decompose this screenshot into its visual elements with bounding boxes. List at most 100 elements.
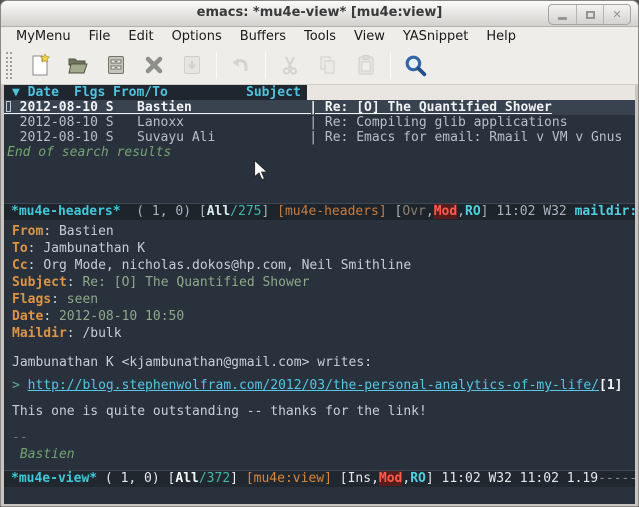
menu-item-tools[interactable]: Tools [295, 27, 345, 46]
modeline-segment: [mu4e:view] [246, 471, 332, 486]
field-label: Flags [12, 292, 51, 307]
menu-item-edit[interactable]: Edit [119, 27, 162, 46]
menu-item-view[interactable]: View [345, 27, 394, 46]
mu4e-headers-window: ▼ Date Flgs From/To Subject 2012-08-10 S Ba… [4, 85, 635, 203]
mouse-cursor [253, 159, 271, 183]
message-field-from: From: Bastien [12, 223, 635, 240]
header-row[interactable]: 2012-08-10 S Lanoxx | Re: Compiling glib… [4, 115, 635, 130]
menu-item-options[interactable]: Options [163, 27, 231, 46]
modeline-mu4e-headers: *mu4e-headers* ( 1, 0) [All/275] [mu4e-h… [4, 203, 635, 220]
modeline-segment: ] [426, 471, 442, 486]
close-button[interactable]: ✕ [603, 5, 630, 24]
field-label: Date [12, 309, 43, 324]
field-value: /bulk [82, 326, 121, 341]
hollow-cursor [6, 101, 11, 112]
menu-item-help[interactable]: Help [477, 27, 525, 46]
modeline-segment: , [457, 204, 465, 219]
modeline-segment: All [175, 471, 198, 486]
modeline-segment: *mu4e-headers* [11, 204, 121, 219]
field-label: From [12, 224, 43, 239]
message-field-subject: Subject: Re: [O] The Quantified Shower [12, 274, 635, 291]
modeline-segment: /275 [230, 204, 261, 219]
message-link[interactable]: http://blog.stephenwolfram.com/2012/03/t… [28, 378, 599, 393]
modeline-segment: ] [230, 471, 246, 486]
menu-item-yasnippet[interactable]: YASnippet [394, 27, 478, 46]
field-value: Re: [O] The Quantified Shower [82, 275, 309, 290]
delete-icon[interactable] [141, 52, 167, 78]
save-as-icon [179, 52, 205, 78]
field-colon: : [51, 292, 67, 307]
modeline-segment: [ [332, 471, 348, 486]
field-colon: : [67, 275, 83, 290]
column-header[interactable]: ▼ Date [12, 85, 59, 100]
close-icon: ✕ [612, 8, 621, 21]
modeline-segment: *mu4e-view* [11, 471, 97, 486]
new-file-icon[interactable] [27, 52, 53, 78]
message-field-cc: Cc: Org Mode, nicholas.dokos@hp.com, Nei… [12, 257, 635, 274]
titlebar[interactable]: emacs: *mu4e-view* [mu4e:view] ✕ [1, 1, 638, 27]
modeline-segment: 11:02 W32 11:02 1.19 [442, 471, 599, 486]
tool-bar [1, 46, 638, 85]
modeline-segment: maildir:/bulk [575, 204, 635, 219]
minimize-icon [558, 17, 567, 20]
signature: Bastien [12, 446, 635, 463]
modeline-mu4e-view: *mu4e-view* ( 1, 0) [All/372] [mu4e:view… [4, 470, 635, 487]
emacs-frame-content: ▼ Date Flgs From/To Subject 2012-08-10 S Ba… [4, 85, 635, 504]
message-field-maildir: Maildir: /bulk [12, 325, 635, 342]
message-field-date: Date: 2012-08-10 10:50 [12, 308, 635, 325]
modeline-segment: RO [410, 471, 426, 486]
menu-item-file[interactable]: File [80, 27, 120, 46]
field-label: Maildir [12, 326, 67, 341]
toolbar-separator [390, 52, 391, 79]
headers-column-header: ▼ Date Flgs From/To Subject [4, 85, 635, 100]
link-reference: [1] [599, 378, 622, 393]
field-colon: : [67, 326, 83, 341]
field-colon: : [28, 241, 44, 256]
modeline-segment: , [426, 204, 434, 219]
maximize-button[interactable] [576, 5, 603, 24]
end-of-search-results: End of search results [4, 145, 635, 160]
modeline-segment: RO [465, 204, 481, 219]
message-field-to: To: Jambunathan K [12, 240, 635, 257]
column-header[interactable]: Subject [246, 85, 301, 100]
undo-icon [228, 52, 254, 78]
message-field-flags: Flags: seen [12, 291, 635, 308]
field-value: 2012-08-10 10:50 [59, 309, 184, 324]
paste-icon [353, 52, 379, 78]
emacs-window: emacs: *mu4e-view* [mu4e:view] ✕ MyMenuF… [0, 0, 639, 507]
window-controls: ✕ [548, 4, 631, 25]
modeline-segment: ( 1, 0) [121, 204, 199, 219]
message-attribution: Jambunathan K <kjambunathan@gmail.com> w… [12, 354, 635, 371]
search-icon[interactable] [402, 52, 428, 78]
maximize-icon [586, 11, 595, 19]
modeline-segment: Ins [348, 471, 371, 486]
modeline-segment: -------------------------------- [598, 471, 635, 486]
message-paragraph: This one is quite outstanding -- thanks … [12, 403, 635, 420]
open-folder-icon[interactable] [65, 52, 91, 78]
modeline-segment: Mod [434, 204, 457, 219]
save-icon[interactable] [103, 52, 129, 78]
header-row[interactable]: 2012-08-10 S Suvayu Ali | Re: Emacs for … [4, 130, 635, 145]
modeline-segment: [ [387, 204, 403, 219]
cut-icon [277, 52, 303, 78]
field-label: To [12, 241, 28, 256]
menu-item-mymenu[interactable]: MyMenu [7, 27, 80, 46]
window-title: emacs: *mu4e-view* [mu4e:view] [1, 5, 638, 20]
menu-bar: MyMenuFileEditOptionsBuffersToolsViewYAS… [1, 27, 638, 46]
column-header[interactable]: Flgs [74, 85, 105, 100]
minimize-button[interactable] [549, 5, 576, 24]
quote-prefix: > [12, 378, 28, 393]
toolbar-drag-handle[interactable] [6, 52, 12, 79]
column-header[interactable]: From/To [113, 85, 168, 100]
header-row[interactable]: 2012-08-10 S Bastien | Re: [O] The Quant… [4, 100, 635, 115]
field-colon: : [43, 224, 59, 239]
field-value: Jambunathan K [43, 241, 145, 256]
field-label: Subject [12, 275, 67, 290]
modeline-segment: [mu4e-headers] [277, 204, 387, 219]
field-colon: : [28, 258, 44, 273]
field-value: seen [67, 292, 98, 307]
quoted-line: > http://blog.stephenwolfram.com/2012/03… [12, 377, 635, 394]
modeline-segment: /372 [199, 471, 230, 486]
menu-item-buffers[interactable]: Buffers [231, 27, 295, 46]
echo-area [4, 487, 635, 504]
